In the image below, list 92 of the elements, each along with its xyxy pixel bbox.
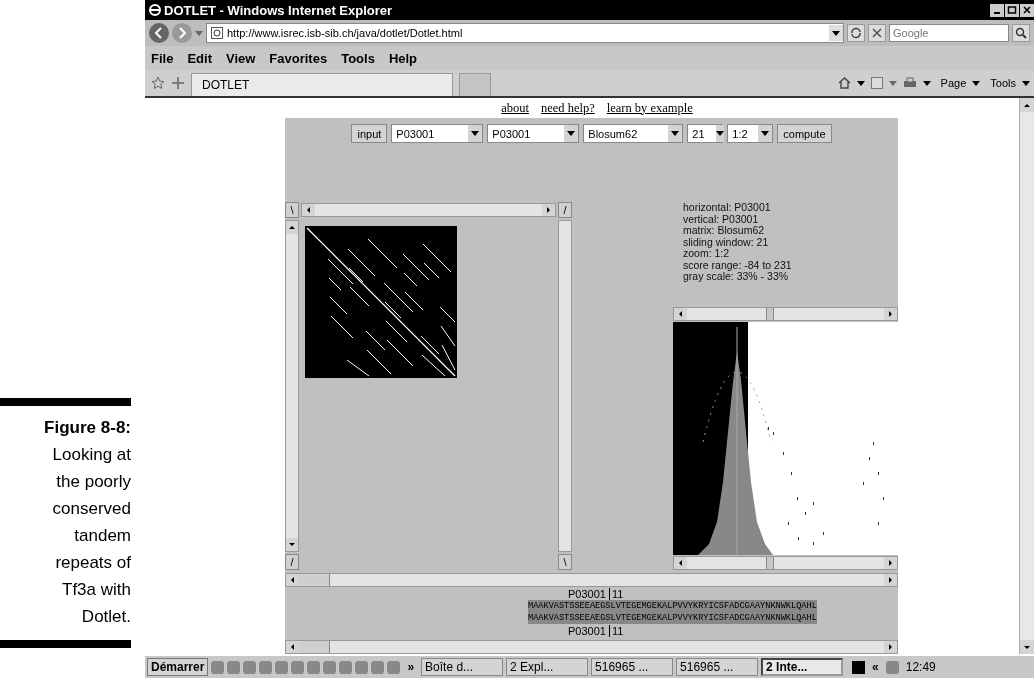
applet-button[interactable]: compute: [777, 124, 832, 143]
corner-mark: \: [285, 202, 299, 218]
caret-icon[interactable]: [1022, 80, 1030, 86]
home-icon[interactable]: [837, 77, 851, 89]
corner-mark: \: [558, 554, 572, 570]
quick-launch-icon[interactable]: [339, 660, 353, 674]
parameter-text: vertical: P03001: [683, 213, 760, 225]
maximize-button[interactable]: [1005, 3, 1019, 17]
sequence-text: MAAKVASTSSEEAEGSLVTEGEMGEKALPVVYKRYICSFADCGAAYNKNWKLQAHL: [528, 612, 817, 624]
quick-launch-icon[interactable]: [355, 660, 369, 674]
quick-launch-icon[interactable]: [259, 660, 273, 674]
figure-caption: Figure 8-8: Looking at the poorly conserved tandem repeats of Tf3a with Dotlet.: [43, 417, 131, 628]
help-link[interactable]: learn by example: [606, 100, 693, 116]
sequence-position: 11: [608, 624, 624, 637]
tray-expand-chevron[interactable]: «: [868, 660, 883, 674]
search-button[interactable]: [1012, 24, 1030, 42]
horizontal-scrollbar[interactable]: [673, 556, 898, 570]
sequence-text: MAAKVASTSSEEAEGSLVTEGEMGEKALPVVYKRYICSFADCGAAYNKNWKLQAHL: [528, 600, 817, 612]
dropdown-button[interactable]: [829, 25, 843, 41]
caret-icon[interactable]: [972, 80, 981, 86]
menu-item[interactable]: Help: [388, 50, 418, 66]
start-button[interactable]: Démarrer: [147, 658, 209, 676]
browser-tab[interactable]: DOTLET: [191, 73, 453, 96]
close-button[interactable]: [1020, 3, 1034, 17]
parameter-text: horizontal: P03001: [683, 202, 772, 214]
select-field[interactable]: P03001: [391, 124, 484, 143]
select-field[interactable]: 21: [687, 124, 724, 143]
horizontal-scrollbar[interactable]: [285, 573, 898, 587]
language-icon: [852, 660, 866, 674]
parameter-text: gray scale: 33% - 33%: [683, 271, 790, 283]
menu-item[interactable]: Tools: [341, 50, 375, 66]
command-menu[interactable]: Page: [940, 77, 967, 89]
address-field[interactable]: http://www.isrec.isb-sib.ch/java/dotlet/Dotlet.html: [206, 23, 844, 43]
taskbar-button[interactable]: 2 Inte...: [761, 658, 844, 676]
feed-icon[interactable]: [870, 77, 883, 89]
parameter-text: zoom: 1:2: [683, 248, 731, 260]
plus-icon[interactable]: [171, 76, 185, 90]
corner-mark: /: [285, 554, 299, 570]
parameter-text: score range: -84 to 231: [683, 259, 793, 271]
menu-item[interactable]: File: [151, 50, 174, 66]
back-button[interactable]: [149, 23, 169, 43]
forward-button[interactable]: [172, 23, 192, 43]
quick-launch-icon[interactable]: [291, 660, 305, 674]
parameter-text: sliding window: 21: [683, 236, 770, 248]
sequence-name: P03001: [568, 587, 606, 600]
horizontal-scrollbar[interactable]: [285, 640, 898, 654]
sequence-name: P03001: [568, 624, 606, 637]
clock: 12:49: [904, 660, 937, 674]
new-tab-button[interactable]: [459, 73, 491, 96]
help-link[interactable]: about: [501, 100, 529, 116]
star-icon[interactable]: [151, 76, 165, 90]
taskbar-button[interactable]: 516965 ...: [676, 658, 759, 676]
search-field[interactable]: Google: [889, 24, 1009, 42]
minimize-button[interactable]: [990, 3, 1004, 17]
applet-button[interactable]: input: [351, 124, 388, 143]
horizontal-scrollbar[interactable]: [301, 203, 556, 217]
quick-launch-icon[interactable]: [243, 660, 257, 674]
menu-item[interactable]: Edit: [187, 50, 212, 66]
caret-icon[interactable]: [922, 80, 931, 86]
parameter-text: matrix: Blosum62: [683, 225, 766, 237]
page-icon: [211, 27, 223, 39]
taskbar-button[interactable]: Boîte d...: [421, 658, 504, 676]
vertical-scrollbar[interactable]: [285, 220, 299, 552]
tray-icon: [885, 660, 899, 674]
select-field[interactable]: P03001: [487, 124, 580, 143]
vertical-scrollbar[interactable]: [1019, 98, 1034, 654]
select-field[interactable]: 1:2: [727, 124, 774, 143]
horizontal-scrollbar[interactable]: [673, 307, 898, 322]
quick-launch-icon[interactable]: [211, 660, 225, 674]
quick-launch-icon[interactable]: [323, 660, 337, 674]
taskbar-button[interactable]: 2 Expl...: [506, 658, 589, 676]
quick-launch-icon[interactable]: [307, 660, 321, 674]
quick-launch-icon[interactable]: [371, 660, 385, 674]
window-title: DOTLET - Windows Internet Explorer: [164, 2, 394, 18]
sequence-position: 11: [608, 587, 624, 600]
vertical-scrollbar[interactable]: [558, 220, 572, 552]
refresh-button[interactable]: [847, 24, 865, 42]
command-menu[interactable]: Tools: [990, 77, 1016, 89]
quick-launch-icon[interactable]: [275, 660, 289, 674]
stop-button[interactable]: [868, 24, 886, 42]
printer-icon[interactable]: [902, 77, 917, 89]
menu-item[interactable]: View: [225, 50, 256, 66]
select-field[interactable]: Blosum62: [583, 124, 684, 143]
taskbar-button[interactable]: 516965 ...: [591, 658, 674, 676]
help-link[interactable]: need help?: [540, 100, 595, 116]
caret-icon[interactable]: [856, 80, 865, 86]
browser-logo-icon: [148, 3, 162, 17]
menu-item[interactable]: Favorites: [269, 50, 328, 66]
quick-launch-icon[interactable]: [227, 660, 241, 674]
corner-mark: /: [558, 202, 572, 218]
quick-launch-icon[interactable]: [387, 660, 401, 674]
overflow-chevron[interactable]: »: [403, 660, 419, 674]
